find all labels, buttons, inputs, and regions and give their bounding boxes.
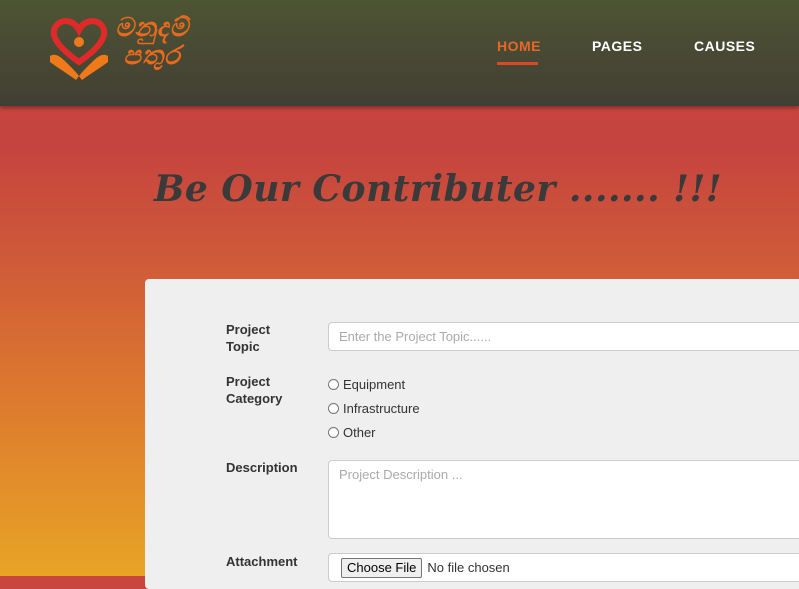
project-category-label: Project Category <box>226 374 283 406</box>
attachment-file-input[interactable]: Choose File No file chosen <box>328 553 799 582</box>
top-navbar: මනුදම් පතුර HOME PAGES CAUSES <box>0 0 799 106</box>
nav-home[interactable]: HOME <box>497 38 541 54</box>
description-label: Description <box>226 460 298 475</box>
file-status-text: No file chosen <box>427 560 510 575</box>
page-title: Be Our Contributer ....... !!! <box>154 168 723 210</box>
nav-causes[interactable]: CAUSES <box>694 38 755 54</box>
project-topic-input[interactable] <box>328 322 799 351</box>
category-option-equipment[interactable]: Equipment <box>328 374 405 394</box>
infrastructure-radio[interactable] <box>328 402 339 414</box>
heart-hands-icon <box>50 18 108 80</box>
equipment-label: Equipment <box>343 376 406 392</box>
category-option-infrastructure[interactable]: Infrastructure <box>328 398 420 418</box>
category-option-other[interactable]: Other <box>328 422 376 442</box>
nav-pages[interactable]: PAGES <box>592 38 642 54</box>
contribution-form: Project Topic Project Category Equipment… <box>145 279 799 589</box>
choose-file-button[interactable]: Choose File <box>341 557 423 578</box>
other-radio[interactable] <box>328 426 339 438</box>
project-topic-label: Project Topic <box>226 322 271 354</box>
attachment-label: Attachment <box>226 554 298 569</box>
infrastructure-label: Infrastructure <box>343 400 420 416</box>
equipment-radio[interactable] <box>328 378 339 390</box>
site-logo[interactable]: මනුදම් පතුර <box>46 12 188 84</box>
description-textarea[interactable] <box>328 460 799 539</box>
logo-text: මනුදම් පතුර <box>114 13 190 71</box>
other-label: Other <box>343 424 376 440</box>
nav-active-underline <box>497 62 538 65</box>
